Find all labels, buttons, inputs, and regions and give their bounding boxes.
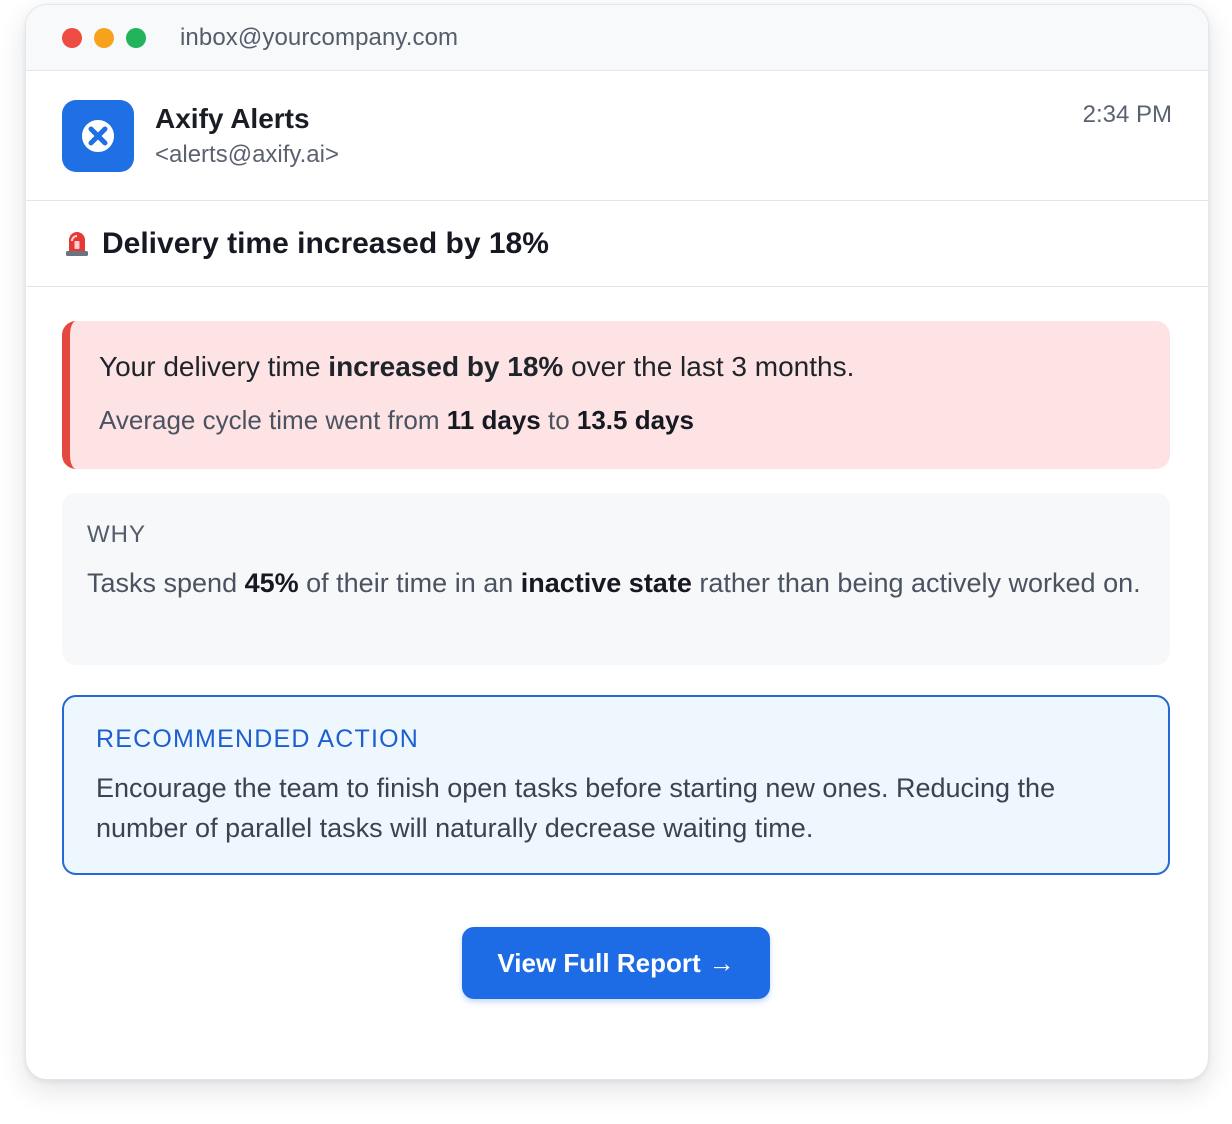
alert-increase-value: increased by 18% — [328, 351, 564, 382]
why-text: Tasks spend 45% of their time in an inac… — [87, 568, 1141, 598]
why-section: WHY Tasks spend 45% of their time in an … — [62, 493, 1170, 665]
sender-header: Axify Alerts <alerts@axify.ai> 2:34 PM — [26, 71, 1208, 201]
recommended-action-text: Encourage the team to finish open tasks … — [96, 773, 1056, 843]
axify-logo-icon — [62, 100, 134, 172]
alert-summary: Your delivery time increased by 18% over… — [99, 351, 855, 382]
close-window-button[interactable] — [62, 27, 82, 48]
email-subject: Delivery time increased by 18% — [102, 226, 549, 260]
minimize-window-button[interactable] — [94, 27, 114, 48]
view-full-report-button[interactable]: View Full Report → — [462, 927, 770, 999]
subject-row: Delivery time increased by 18% — [26, 201, 1208, 287]
cycle-time-before: 11 days — [446, 405, 541, 435]
maximize-window-button[interactable] — [126, 27, 146, 48]
alert-callout: Your delivery time increased by 18% over… — [62, 321, 1170, 469]
sender-name: Axify Alerts — [155, 103, 310, 134]
alert-cycle-time: Average cycle time went from 11 days to … — [99, 405, 694, 435]
view-full-report-label: View Full Report — [497, 947, 701, 978]
inbox-address: inbox@yourcompany.com — [180, 23, 459, 51]
recommended-action-label: RECOMMENDED ACTION — [96, 725, 420, 753]
received-time: 2:34 PM — [1082, 101, 1172, 128]
window-titlebar: inbox@yourcompany.com — [26, 5, 1208, 71]
email-window: inbox@yourcompany.com Axify Alerts <aler… — [25, 4, 1209, 1080]
sender-email: <alerts@axify.ai> — [155, 141, 339, 168]
siren-emoji-icon — [66, 231, 88, 256]
why-label: WHY — [87, 521, 146, 548]
cycle-time-after: 13.5 days — [576, 405, 694, 435]
recommended-action-section: RECOMMENDED ACTION Encourage the team to… — [62, 695, 1170, 875]
arrow-right-icon: → — [708, 947, 735, 978]
